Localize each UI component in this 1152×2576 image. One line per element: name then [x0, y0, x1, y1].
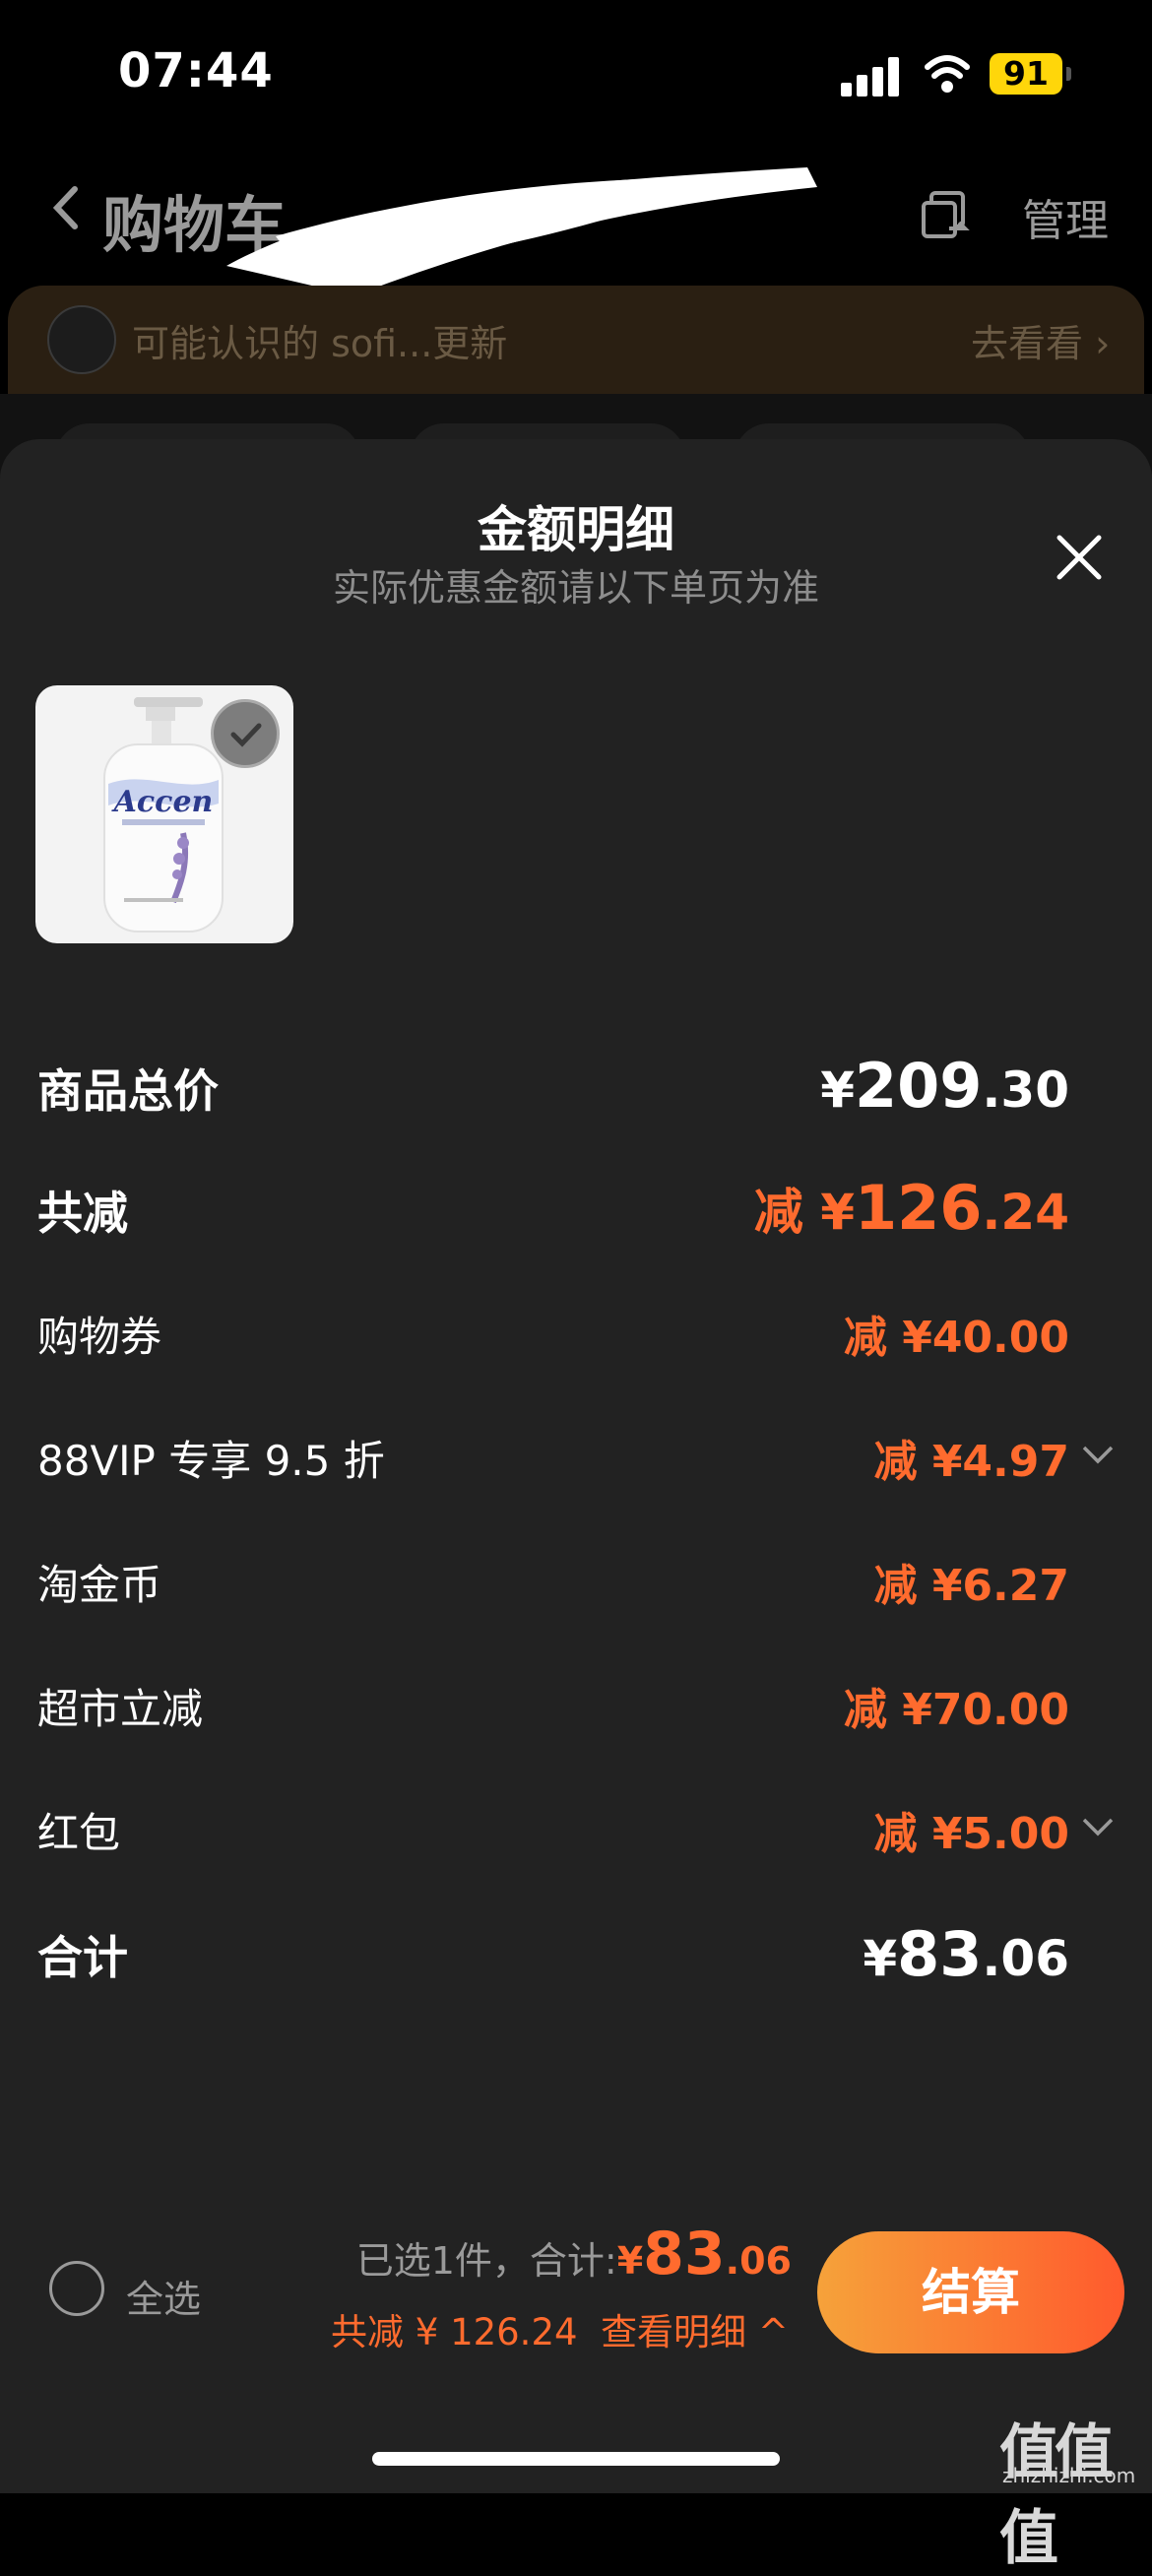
notification-link[interactable]: 去看看 › [971, 313, 1110, 367]
selected-check-icon[interactable] [211, 699, 280, 768]
selected-summary: 已选1件，合计:¥83.06 [355, 2220, 792, 2288]
discount-value: 减 ¥70.00 [843, 1685, 1069, 1735]
discount-value[interactable]: 减 ¥4.97 [874, 1426, 1070, 1489]
product-brand-text: Accen [111, 785, 214, 819]
total-price-value: ¥209.30 [820, 1050, 1069, 1122]
home-indicator[interactable] [372, 2452, 780, 2466]
total-discount-value: 减 ¥126.24 [753, 1172, 1069, 1244]
manage-button[interactable]: 管理 [1022, 185, 1109, 248]
discount-label: 购物券 [37, 1313, 162, 1361]
discount-label: 88VIP 专享 9.5 折 [37, 1437, 385, 1485]
watermark-url: zhizhizhi.com [1002, 2464, 1136, 2487]
avatar [47, 305, 116, 374]
checkout-button[interactable]: 结算 [817, 2231, 1124, 2353]
select-all-checkbox[interactable] [49, 2261, 104, 2316]
discount-value: 减 ¥6.27 [873, 1561, 1070, 1611]
status-time: 07:44 [118, 43, 274, 98]
notification-text: 可能认识的 sofi...更新 [132, 322, 508, 365]
discount-label: 超市立减 [37, 1685, 204, 1733]
total-discount-label: 共减 [37, 1187, 128, 1240]
select-all-label[interactable]: 全选 [126, 2269, 201, 2323]
battery-icon: 91 [990, 53, 1072, 95]
view-detail-link: 查看明细 ^ [601, 2311, 789, 2353]
discount-value: 减 ¥40.00 [843, 1313, 1069, 1363]
redaction-scribble [226, 167, 817, 295]
discount-label: 红包 [37, 1809, 121, 1857]
discount-summary[interactable]: 共减 ¥ 126.24 查看明细 ^ [331, 2302, 789, 2355]
grand-total-value: ¥83.06 [863, 1918, 1069, 1990]
sheet-title: 金额明细 [478, 501, 674, 558]
discount-value[interactable]: 减 ¥5.00 [874, 1798, 1070, 1861]
battery-level: 91 [990, 53, 1062, 95]
back-chevron-icon[interactable] [51, 183, 81, 232]
discount-label: 淘金币 [37, 1561, 162, 1609]
chevron-down-icon[interactable] [1081, 1816, 1115, 1837]
grand-total-label: 合计 [37, 1931, 128, 1984]
sync-cart-icon[interactable] [920, 189, 973, 240]
total-price-label: 商品总价 [37, 1064, 219, 1118]
close-icon[interactable] [1054, 532, 1105, 583]
sheet-subtitle: 实际优惠金额请以下单页为准 [332, 566, 819, 610]
wifi-icon [925, 55, 970, 93]
watermark-logo: 值值值 [999, 2418, 1114, 2573]
cellular-signal-icon [841, 57, 902, 97]
chevron-down-icon[interactable] [1081, 1444, 1115, 1465]
